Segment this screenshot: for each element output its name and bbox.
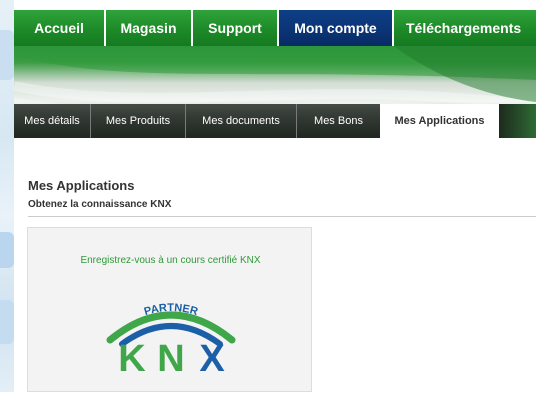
logo-letter-k: K — [118, 338, 146, 380]
nav-accueil[interactable]: Accueil — [14, 10, 106, 46]
nav-magasin[interactable]: Magasin — [106, 10, 193, 46]
tab-mes-applications[interactable]: Mes Applications — [380, 104, 499, 138]
page-title: Mes Applications — [28, 178, 135, 193]
tab-mes-produits[interactable]: Mes Produits — [91, 104, 186, 138]
sub-tabs-tail — [499, 104, 536, 138]
nav-telechargements[interactable]: Téléchargements — [394, 10, 536, 46]
backdrop-blob — [0, 232, 14, 268]
divider — [28, 216, 536, 217]
top-nav: Accueil Magasin Support Mon compte Téléc… — [14, 10, 536, 46]
logo-letter-n: N — [157, 338, 184, 380]
knx-partner-logo: PARTNER K N X — [106, 302, 236, 380]
account-sub-tabs: Mes détails Mes Produits Mes documents M… — [14, 104, 536, 138]
tab-mes-details[interactable]: Mes détails — [14, 104, 91, 138]
tab-mes-documents[interactable]: Mes documents — [186, 104, 297, 138]
logo-letter-x: X — [199, 338, 225, 380]
backdrop-blob — [0, 30, 14, 80]
left-backdrop — [0, 0, 14, 392]
application-card[interactable]: Enregistrez-vous à un cours certifié KNX… — [27, 227, 312, 392]
nav-mon-compte[interactable]: Mon compte — [279, 10, 394, 46]
tab-mes-bons[interactable]: Mes Bons — [297, 104, 380, 138]
nav-support[interactable]: Support — [193, 10, 279, 46]
page-subtitle: Obtenez la connaissance KNX — [28, 199, 172, 210]
backdrop-blob — [0, 300, 14, 344]
